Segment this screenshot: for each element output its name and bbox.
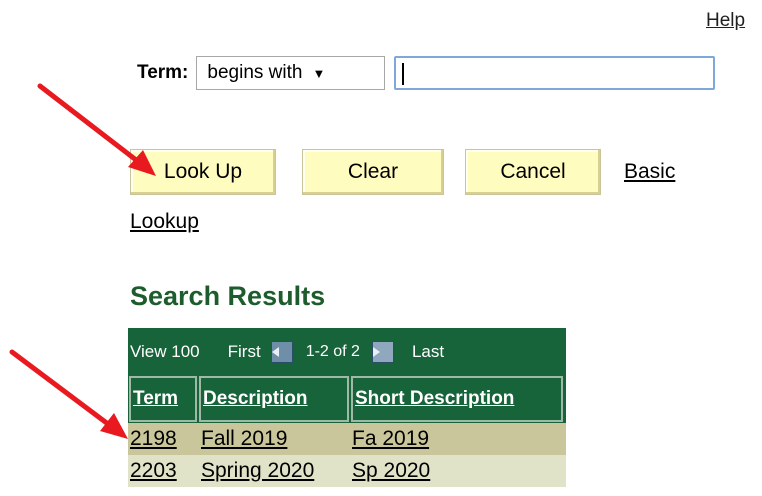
annotation-arrow-first-row <box>9 349 128 439</box>
text-caret <box>402 63 405 85</box>
next-page-icon[interactable] <box>371 340 394 363</box>
grid-header-row: Term Description Short Description <box>128 375 566 423</box>
column-header-description[interactable]: Description <box>199 376 349 422</box>
row-count: 1-2 of 2 <box>305 342 360 360</box>
short-description-cell[interactable]: Sp 2020 <box>350 459 566 483</box>
term-cell[interactable]: 2203 <box>128 459 199 483</box>
column-header-short-description[interactable]: Short Description <box>351 376 563 422</box>
basic-lookup-link[interactable]: Basic <box>624 160 675 184</box>
description-cell[interactable]: Spring 2020 <box>199 459 350 483</box>
look-up-button[interactable]: Look Up <box>130 149 276 195</box>
table-row[interactable]: 2203 Spring 2020 Sp 2020 <box>128 455 566 487</box>
term-search-row: Term: begins with ▼ <box>137 56 716 90</box>
term-cell[interactable]: 2198 <box>128 427 199 451</box>
first-link[interactable]: First <box>228 342 261 362</box>
description-cell[interactable]: Fall 2019 <box>199 427 350 451</box>
table-row[interactable]: 2198 Fall 2019 Fa 2019 <box>128 423 566 455</box>
grid-navigation-bar: View 100 First 1-2 of 2 Last <box>128 328 566 375</box>
short-description-cell[interactable]: Fa 2019 <box>350 427 566 451</box>
help-link[interactable]: Help <box>706 10 745 32</box>
term-label: Term: <box>137 62 189 83</box>
dropdown-arrow-icon: ▼ <box>312 65 326 81</box>
clear-button[interactable]: Clear <box>302 149 444 195</box>
column-header-term[interactable]: Term <box>129 376 197 422</box>
last-link[interactable]: Last <box>412 342 444 362</box>
basic-lookup-link-continued[interactable]: Lookup <box>130 210 199 234</box>
previous-page-icon[interactable] <box>270 340 293 363</box>
term-operator-select[interactable]: begins with ▼ <box>196 56 386 90</box>
search-results-grid: View 100 First 1-2 of 2 Last Term Descri… <box>128 328 566 487</box>
term-search-input[interactable] <box>394 56 716 90</box>
search-results-heading: Search Results <box>130 281 326 311</box>
cancel-button[interactable]: Cancel <box>465 149 601 195</box>
view-100-link[interactable]: View 100 <box>130 342 200 362</box>
term-operator-value: begins with <box>207 62 303 83</box>
